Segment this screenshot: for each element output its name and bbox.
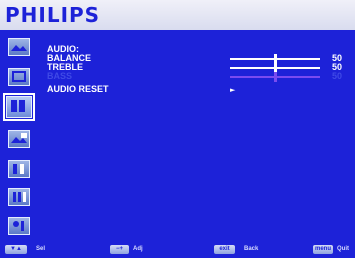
- osd-footer: ▼▲ Sel −+ Adj exit Back menu Quit: [0, 241, 355, 258]
- bass-slider-thumb: [274, 72, 277, 82]
- quit-label: Quit: [337, 246, 349, 252]
- sel-key[interactable]: ▼▲: [5, 245, 27, 254]
- brand-logo: PHILIPS: [5, 3, 101, 27]
- bass-value: 50: [332, 71, 343, 81]
- menu-key[interactable]: menu: [313, 245, 333, 254]
- back-label: Back: [244, 246, 259, 252]
- adj-label: Adj: [133, 246, 143, 252]
- osd-header: PHILIPS: [0, 0, 355, 30]
- bass-slider: [230, 72, 320, 82]
- audio-icon[interactable]: [3, 93, 35, 121]
- treble-slider[interactable]: [230, 63, 320, 73]
- osd-window: PHILIPS AUDIO: BALANCE 50 TREBLE 50 BASS…: [0, 0, 355, 258]
- picture-icon[interactable]: [8, 38, 30, 56]
- menu-item-audio-reset[interactable]: AUDIO RESET: [47, 85, 109, 94]
- audio-menu: AUDIO: BALANCE 50 TREBLE 50 BASS 50 AUDI…: [37, 30, 355, 241]
- pip-icon[interactable]: [8, 130, 30, 148]
- advanced-option-icon[interactable]: [8, 217, 30, 235]
- exit-key[interactable]: exit: [214, 245, 235, 254]
- right-arrow-icon[interactable]: ►: [230, 86, 235, 94]
- balance-slider[interactable]: [230, 54, 320, 64]
- config1-icon[interactable]: [8, 160, 30, 178]
- adj-key[interactable]: −+: [110, 245, 129, 254]
- menu-item-bass: BASS: [47, 71, 73, 81]
- sel-label: Sel: [36, 246, 46, 252]
- osd-sidebar: [0, 30, 37, 241]
- config2-icon[interactable]: [8, 188, 30, 206]
- screen-icon[interactable]: [8, 68, 30, 86]
